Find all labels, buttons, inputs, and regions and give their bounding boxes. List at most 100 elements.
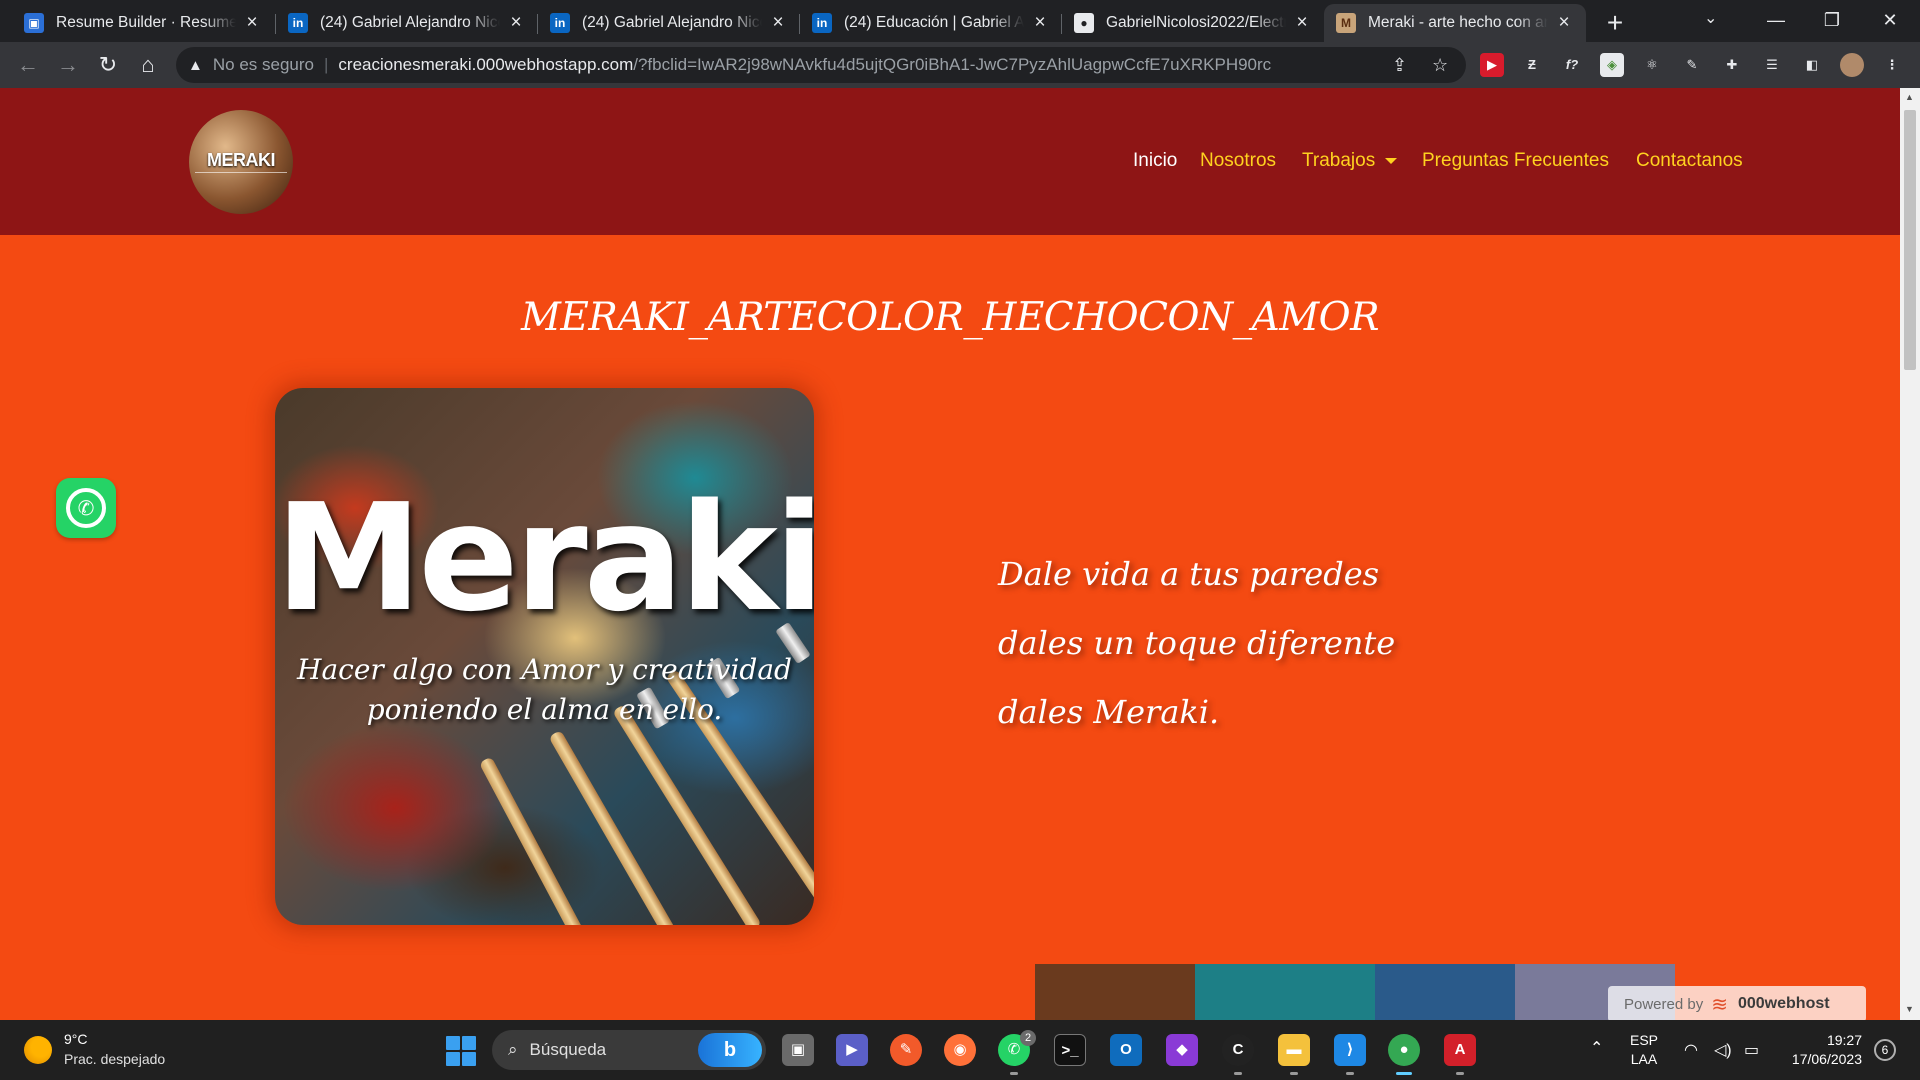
tagline: Dale vida a tus paredes dales un toque d… (998, 540, 1395, 747)
windows-start-icon[interactable] (446, 1036, 476, 1066)
linkedin-icon: in (550, 13, 570, 33)
nav-trabajos-dropdown[interactable]: Trabajos (1302, 150, 1398, 172)
home-icon[interactable]: ⌂ (132, 49, 164, 81)
brush-handle (478, 756, 586, 925)
powered-by-label: Powered by (1624, 995, 1704, 1013)
tab-title: GabrielNicolosi2022/Electronics (1106, 14, 1286, 31)
reload-icon[interactable]: ↻ (92, 49, 124, 81)
running-indicator (1290, 1072, 1298, 1075)
clock-time: 19:27 (1826, 1032, 1862, 1048)
codex-icon[interactable]: C (1222, 1034, 1254, 1066)
terminal-icon[interactable]: >_ (1054, 1034, 1086, 1066)
whatsapp-float-button[interactable]: ✆ (56, 478, 116, 538)
bing-icon[interactable]: b (698, 1033, 762, 1067)
active-indicator (1396, 1072, 1412, 1075)
side-panel-icon[interactable]: ◧ (1800, 53, 1824, 77)
chrome-icon[interactable]: ● (1388, 1034, 1420, 1066)
search-placeholder: Búsqueda (529, 1040, 607, 1059)
tab-meraki[interactable]: M Meraki - arte hecho con amor × (1324, 4, 1586, 42)
scroll-up-icon[interactable]: ▲ (1905, 92, 1914, 102)
notification-count-badge[interactable]: 6 (1874, 1039, 1896, 1061)
tray-overflow-icon[interactable]: ⌃ (1590, 1038, 1603, 1080)
system-clock[interactable]: 19:27 17/06/2023 (1780, 1031, 1862, 1069)
scroll-down-icon[interactable]: ▼ (1905, 1004, 1914, 1014)
tab-title: (24) Gabriel Alejandro Nicolosi (320, 14, 500, 31)
new-tab-button[interactable]: + (1598, 6, 1632, 40)
tab-title: Resume Builder · Resume.io (56, 14, 236, 31)
tab-linkedin-2[interactable]: in (24) Gabriel Alejandro Nicolosi × (538, 4, 800, 42)
windows-taskbar: 9°C Prac. despejado ⌕ Búsqueda b ▣ ▶ ✎ ◉… (0, 1020, 1920, 1080)
github-icon: ● (1074, 13, 1094, 33)
whatsapp-badge: 2 (1020, 1030, 1036, 1046)
page-viewport: MERAKI Inicio Nosotros Trabajos Pregunta… (0, 88, 1920, 1020)
linkedin-icon: in (812, 13, 832, 33)
close-icon[interactable]: × (506, 12, 526, 34)
gallery-image (1035, 964, 1675, 1020)
language-code: ESP (1630, 1032, 1659, 1048)
nav-nosotros[interactable]: Nosotros (1200, 150, 1276, 172)
weather-temperature[interactable]: 9°C (64, 1031, 88, 1047)
extension-formula-icon[interactable]: f? (1560, 53, 1584, 77)
minimize-icon[interactable]: — (1748, 4, 1804, 36)
webhost-logo-icon: ≋ (1711, 993, 1728, 1016)
dev-tool-icon[interactable]: ◆ (1166, 1034, 1198, 1066)
tab-linkedin-1[interactable]: in (24) Gabriel Alejandro Nicolosi × (276, 4, 538, 42)
close-icon[interactable]: × (768, 12, 788, 34)
tagline-line: dales Meraki. (998, 693, 1220, 731)
browser-menu-icon[interactable]: ⋮ (1880, 53, 1904, 77)
powered-by-brand: 000webhost (1737, 995, 1830, 1012)
firefox-icon[interactable]: ◉ (944, 1034, 976, 1066)
extension-react-icon[interactable]: ⚛ (1640, 53, 1664, 77)
task-view-icon[interactable]: ▣ (782, 1034, 814, 1066)
nav-preguntas-frecuentes[interactable]: Preguntas Frecuentes (1422, 150, 1609, 172)
tab-linkedin-3[interactable]: in (24) Educación | Gabriel Alejandro × (800, 4, 1062, 42)
address-bar[interactable]: ▲ No es seguro | creacionesmeraki.000web… (176, 47, 1466, 83)
close-icon[interactable]: × (1030, 12, 1050, 34)
bookmark-star-icon[interactable]: ☆ (1432, 47, 1448, 83)
acrobat-icon[interactable]: A (1444, 1034, 1476, 1066)
weather-moon-icon[interactable] (24, 1036, 52, 1064)
reading-list-icon[interactable]: ☰ (1760, 53, 1784, 77)
omnibox-divider: | (323, 55, 329, 74)
teams-chat-icon[interactable]: ▶ (836, 1034, 868, 1066)
not-secure-warning-icon[interactable]: ▲ (188, 57, 203, 74)
battery-icon[interactable]: ▭ (1744, 1040, 1759, 1080)
back-icon[interactable]: ← (12, 49, 44, 81)
search-icon: ⌕ (508, 1040, 518, 1059)
page-scrollbar[interactable]: ▲ ▼ (1900, 88, 1920, 1020)
nav-inicio[interactable]: Inicio (1133, 150, 1177, 172)
browser-toolbar: ← → ↻ ⌂ ▲ No es seguro | creacionesmerak… (0, 42, 1920, 88)
close-icon[interactable]: × (1292, 12, 1312, 34)
share-icon[interactable]: ⇪ (1392, 47, 1407, 83)
powered-by-badge[interactable]: Powered by ≋ 000webhost (1608, 986, 1866, 1020)
running-indicator (1010, 1072, 1018, 1075)
extension-pen-icon[interactable]: ✎ (1680, 53, 1704, 77)
close-icon[interactable]: × (1554, 12, 1574, 34)
extension-map-icon[interactable]: ◈ (1600, 53, 1624, 77)
language-indicator[interactable]: ESP LAA (1630, 1031, 1658, 1069)
scrollbar-thumb[interactable] (1904, 110, 1916, 370)
forward-icon[interactable]: → (52, 49, 84, 81)
extension-z-icon[interactable]: Ƶ (1520, 53, 1544, 77)
pen-app-icon[interactable]: ✎ (890, 1034, 922, 1066)
window-close-icon[interactable]: ✕ (1862, 4, 1918, 36)
extension-red-icon[interactable]: ▶ (1480, 53, 1504, 77)
wifi-icon[interactable]: ◠ (1684, 1040, 1698, 1080)
volume-icon[interactable]: ◁) (1714, 1040, 1732, 1080)
outlook-icon[interactable]: O (1110, 1034, 1142, 1066)
brush-handle (612, 704, 762, 925)
tab-search-icon[interactable]: ⌄ (1704, 8, 1717, 28)
url-path: /?fbclid=IwAR2j98wNAvkfu4d5ujtQGr0iBhA1-… (633, 55, 1272, 74)
site-logo[interactable]: MERAKI (189, 110, 293, 214)
file-explorer-icon[interactable]: ▬ (1278, 1034, 1310, 1066)
hero-subtitle-line: Hacer algo con Amor y creatividad (297, 653, 792, 686)
weather-description[interactable]: Prac. despejado (64, 1051, 165, 1067)
vscode-icon[interactable]: ⟩ (1334, 1034, 1366, 1066)
tab-resume-io[interactable]: ▣ Resume Builder · Resume.io × (12, 4, 274, 42)
profile-avatar[interactable] (1840, 53, 1864, 77)
extensions-puzzle-icon[interactable]: ✚ (1720, 53, 1744, 77)
restore-icon[interactable]: ❐ (1804, 4, 1860, 36)
nav-contactanos[interactable]: Contactanos (1636, 150, 1743, 172)
tab-github[interactable]: ● GabrielNicolosi2022/Electronics × (1062, 4, 1324, 42)
close-icon[interactable]: × (242, 12, 262, 34)
